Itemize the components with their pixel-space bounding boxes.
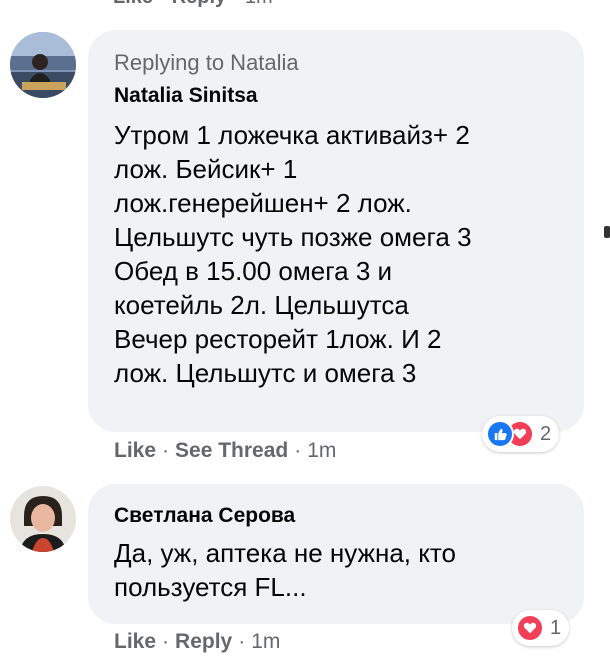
like-link[interactable]: Like: [114, 630, 156, 653]
reply-link[interactable]: Reply: [175, 630, 232, 653]
see-thread-link[interactable]: See Thread: [175, 439, 288, 462]
reply-link[interactable]: Reply: [172, 0, 226, 8]
comment-author[interactable]: Natalia Sinitsa: [114, 84, 258, 108]
avatar-photo: [10, 486, 76, 552]
replying-to-label[interactable]: Replying to Natalia: [114, 50, 299, 76]
edge-fragment: [604, 226, 610, 238]
comment-actions: Like · Reply · 1m: [114, 630, 280, 654]
like-link[interactable]: Like: [113, 0, 153, 8]
timestamp[interactable]: 1m: [251, 630, 280, 653]
love-icon: [516, 614, 544, 642]
reactions-summary[interactable]: 2: [482, 416, 560, 452]
like-icon: [486, 420, 514, 448]
timestamp[interactable]: 1m: [245, 0, 273, 8]
separator-dot: ·: [162, 439, 170, 462]
comment-text: Утром 1 ложечка активайз+ 2 лож. Бейсик+…: [114, 120, 472, 388]
reaction-count: 2: [540, 422, 552, 445]
avatar-natalia-sinitsa[interactable]: [10, 32, 76, 98]
comment-author[interactable]: Светлана Серова: [114, 504, 295, 528]
comments-thread: Like·Reply·1m Replying to Natalia Natali…: [0, 0, 610, 662]
comment-actions: Like · See Thread · 1m: [114, 439, 336, 463]
like-link[interactable]: Like: [114, 439, 156, 462]
reaction-count: 1: [550, 616, 562, 639]
avatar-photo: [10, 32, 76, 98]
reactions-summary[interactable]: 1: [512, 610, 570, 646]
separator-dot: ·: [238, 630, 246, 653]
previous-comment-actions: Like · Reply · 1m: [113, 0, 273, 8]
separator-dot: ·: [232, 0, 239, 8]
comment-text: Да, уж, аптека не нужна, кто пользуется …: [114, 538, 456, 602]
timestamp[interactable]: 1m: [307, 439, 336, 462]
separator-dot: ·: [162, 630, 170, 653]
separator-dot: ·: [159, 0, 166, 8]
avatar-svetlana-serova[interactable]: [10, 486, 76, 552]
separator-dot: ·: [294, 439, 302, 462]
